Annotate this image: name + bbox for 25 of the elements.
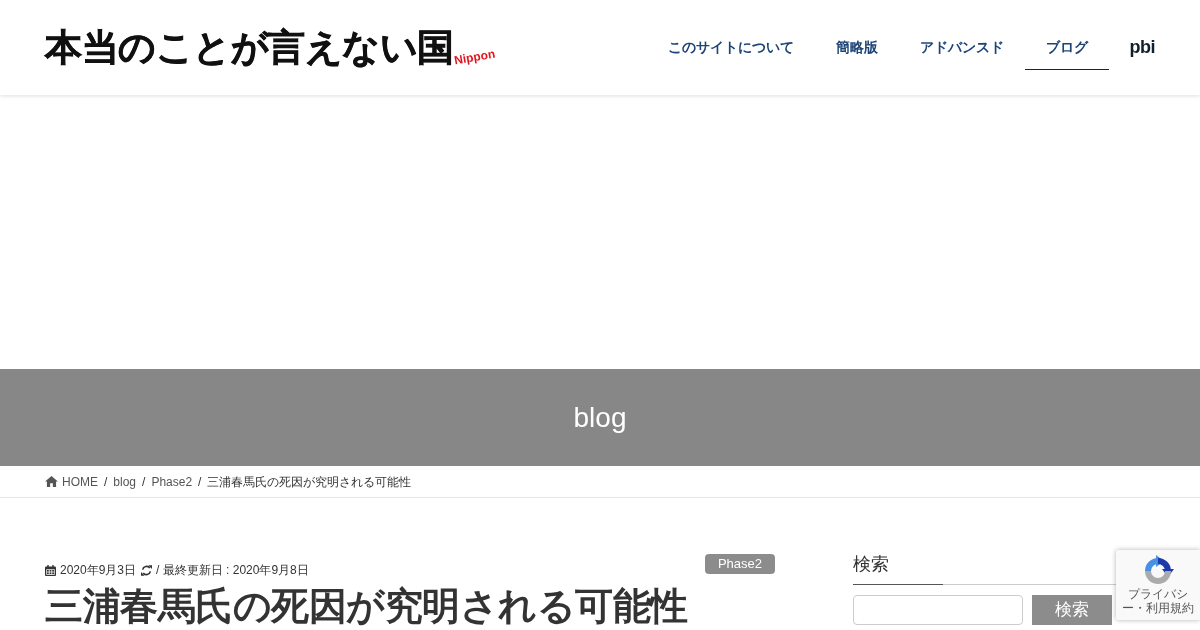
publish-date: 2020年9月3日 bbox=[60, 562, 137, 579]
circular-arrows-icon bbox=[1142, 555, 1174, 587]
home-icon bbox=[45, 476, 58, 487]
site-logo[interactable]: 本当のことが言えない国 bbox=[45, 29, 454, 66]
nav-link[interactable]: 簡略版 bbox=[814, 37, 899, 70]
search-input[interactable] bbox=[853, 594, 1023, 625]
breadcrumb-link[interactable]: blog bbox=[113, 472, 137, 491]
logo-link[interactable]: pbi bbox=[1108, 37, 1176, 70]
breadcrumb-separator: / bbox=[104, 473, 108, 491]
breadcrumb-separator: / bbox=[142, 473, 146, 491]
nav-link[interactable]: ブログ bbox=[1024, 37, 1109, 70]
breadcrumb-link[interactable]: HOME bbox=[45, 472, 98, 491]
privacy-terms-link[interactable]: プライバシー・利用規約 bbox=[1119, 588, 1197, 616]
widget-title: 検索 bbox=[853, 554, 890, 576]
breadcrumb-current: 三浦春馬氏の死因が究明される可能性 bbox=[207, 473, 412, 491]
breadcrumb-link[interactable]: Phase2 bbox=[151, 472, 193, 491]
logo-tagline: Nippon bbox=[452, 47, 496, 66]
nav-link[interactable]: アドバンスド bbox=[898, 37, 1025, 70]
post-title: 三浦春馬氏の死因が究明される可能性 bbox=[45, 587, 689, 627]
nav-link[interactable]: このサイトについて bbox=[646, 37, 815, 70]
page-title: blog bbox=[573, 400, 627, 435]
refresh-icon bbox=[141, 564, 153, 576]
breadcrumb-separator: / bbox=[198, 473, 202, 491]
calendar-icon bbox=[45, 564, 56, 576]
updated-date: / 最終更新日 : 2020年9月8日 bbox=[156, 562, 309, 579]
